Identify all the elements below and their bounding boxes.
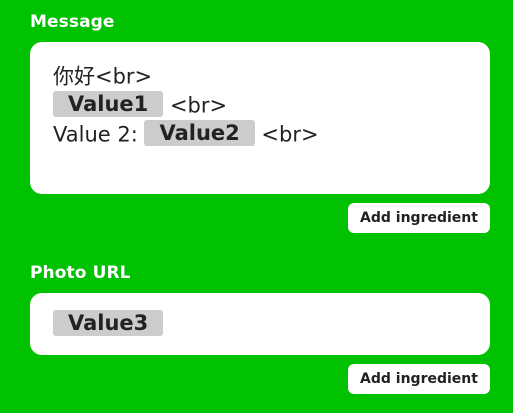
message-line-1-text: 你好<br>: [53, 64, 153, 89]
ingredient-pill-value3[interactable]: Value3: [53, 310, 164, 336]
ingredient-pill-value1[interactable]: Value1: [53, 91, 164, 117]
message-line-3: Value 2: Value2 <br>: [53, 120, 319, 149]
ingredient-pill-value2[interactable]: Value2: [144, 120, 255, 146]
message-line-3-text: <br>: [254, 122, 319, 147]
photo-url-content: Value3: [53, 310, 164, 339]
message-label: Message: [30, 12, 115, 32]
message-field[interactable]: 你好<br> Value1 <br> Value 2: Value2 <br>: [30, 42, 490, 194]
message-line-2: Value1 <br>: [53, 91, 319, 120]
message-line-3-prefix: Value 2:: [53, 122, 145, 147]
photo-url-field[interactable]: Value3: [30, 293, 490, 355]
photo-url-line: Value3: [53, 310, 164, 339]
photo-url-label: Photo URL: [30, 263, 131, 283]
message-line-1: 你好<br>: [53, 62, 319, 91]
message-line-2-text: <br>: [163, 93, 228, 118]
message-content: 你好<br> Value1 <br> Value 2: Value2 <br>: [53, 62, 319, 149]
photo-url-add-ingredient-button[interactable]: Add ingredient: [348, 364, 490, 394]
message-add-ingredient-button[interactable]: Add ingredient: [348, 203, 490, 233]
